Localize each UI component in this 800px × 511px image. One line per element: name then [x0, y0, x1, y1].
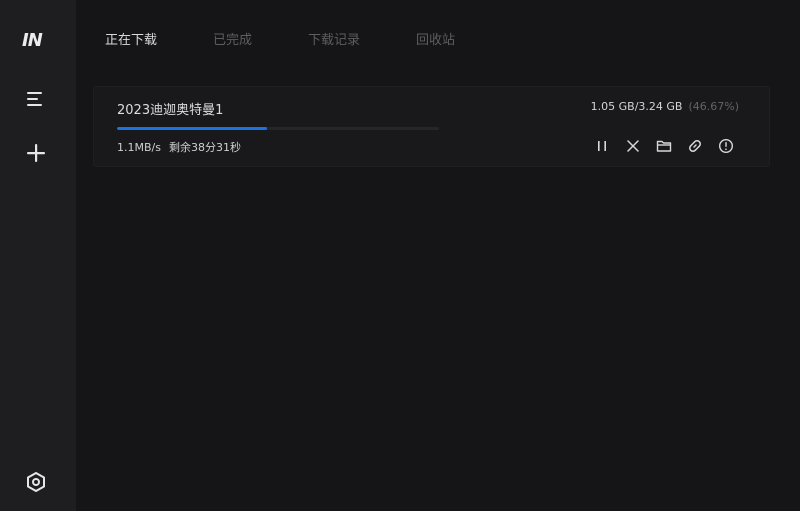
task-percent: (46.67%) [688, 100, 739, 113]
tab-recycle-bin[interactable]: 回收站 [416, 30, 455, 52]
task-speed: 1.1MB/s [117, 141, 161, 154]
open-folder-button[interactable] [655, 137, 673, 155]
progress-fill [117, 127, 268, 130]
folder-icon [656, 140, 672, 152]
add-task-button[interactable] [22, 139, 50, 167]
tab-bar: 正在下载 已完成 下载记录 回收站 [105, 30, 511, 52]
main-area: 正在下载 已完成 下载记录 回收站 2023迪迦奥特曼1 1.05 GB/3.2… [76, 0, 800, 511]
info-button[interactable] [717, 137, 735, 155]
pause-icon [598, 141, 606, 151]
menu-button[interactable] [22, 85, 50, 113]
task-actions [580, 137, 735, 155]
task-remaining: 剩余38分31秒 [168, 141, 241, 154]
cancel-button[interactable] [624, 137, 642, 155]
download-task-item[interactable]: 2023迪迦奥特曼1 1.05 GB/3.24 GB (46.67%) 1.1MB… [93, 86, 770, 167]
menu-icon [27, 92, 42, 106]
hexagon-settings-icon [27, 472, 45, 492]
task-size: 1.05 GB/3.24 GB (46.67%) [591, 100, 739, 113]
app-logo: IN [22, 30, 43, 51]
task-size-text: 1.05 GB/3.24 GB [590, 100, 683, 113]
task-name: 2023迪迦奥特曼1 [117, 103, 224, 118]
link-icon [689, 140, 701, 152]
task-speed-info: 1.1MB/s 剩余38分31秒 [117, 139, 241, 155]
info-icon [718, 138, 734, 154]
tab-downloading[interactable]: 正在下载 [105, 30, 157, 52]
tab-completed[interactable]: 已完成 [213, 30, 252, 52]
plus-icon [27, 144, 45, 162]
pause-button[interactable] [593, 137, 611, 155]
copy-link-button[interactable] [686, 137, 704, 155]
close-icon [627, 140, 639, 152]
settings-button[interactable] [22, 468, 50, 496]
progress-bar [117, 127, 439, 130]
tab-history[interactable]: 下载记录 [308, 30, 360, 52]
sidebar: IN [0, 0, 76, 511]
